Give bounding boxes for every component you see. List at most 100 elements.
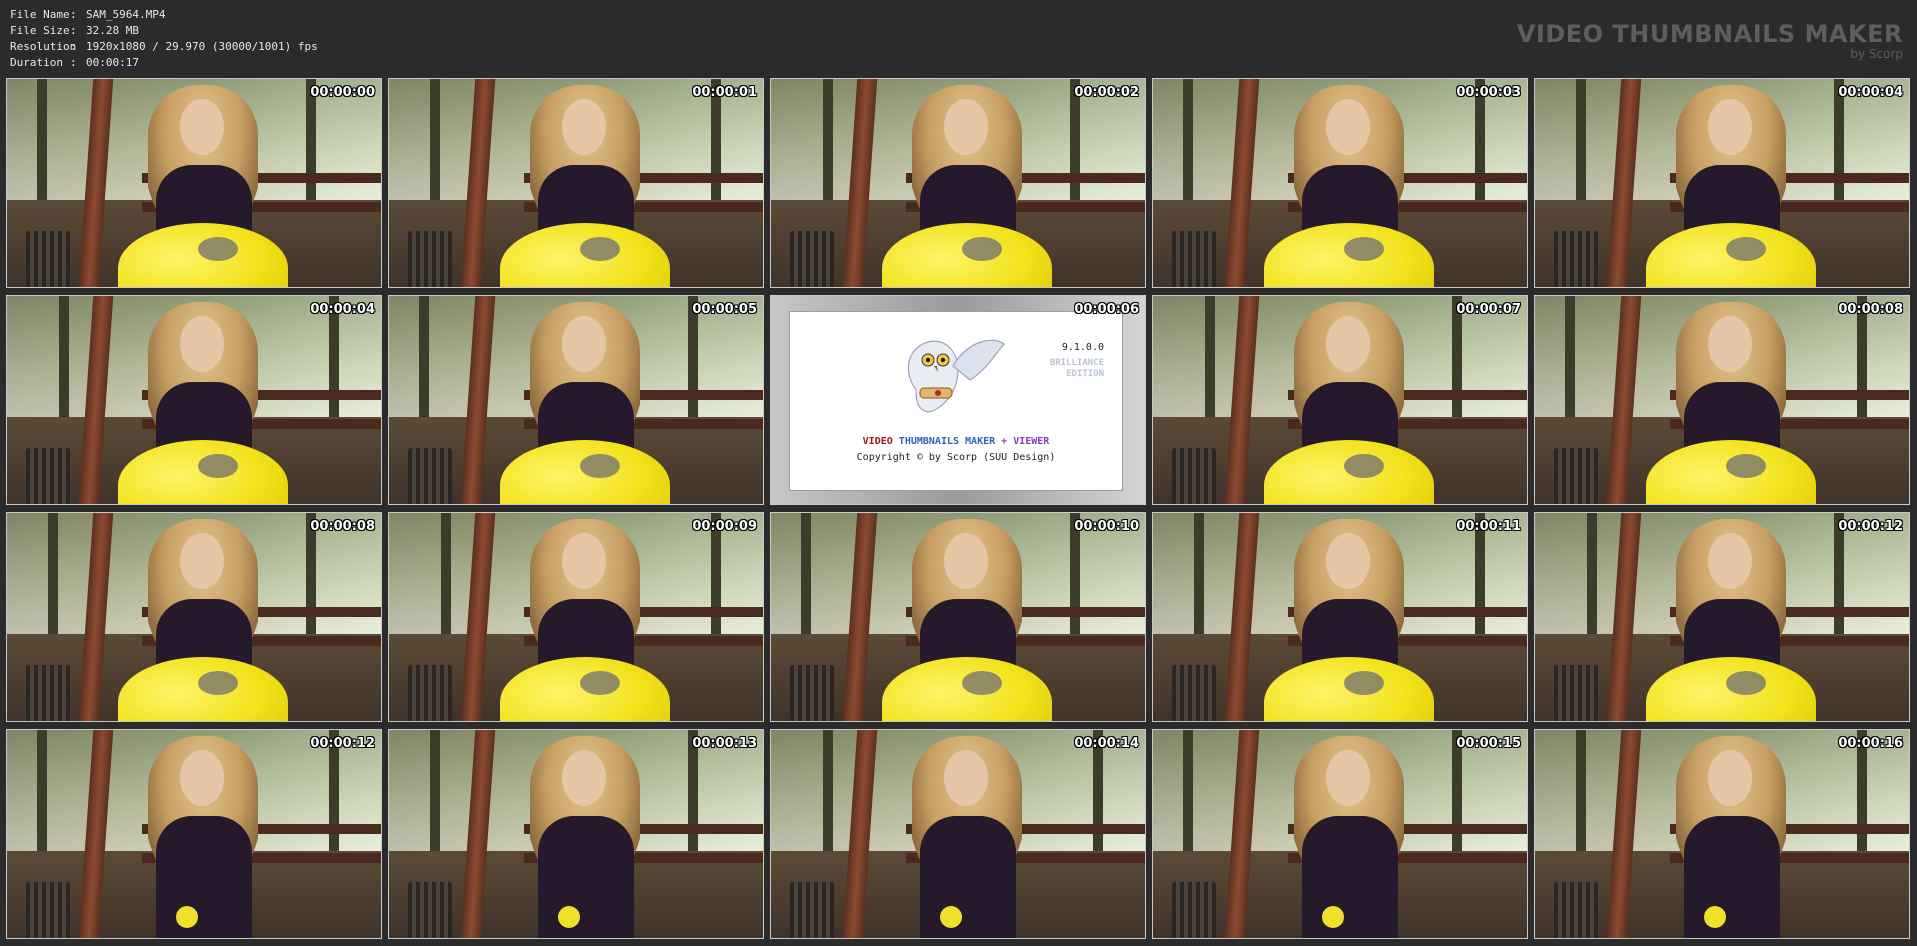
thumbnail-frame[interactable]: 00:00:10 [770, 512, 1146, 722]
person [1284, 736, 1414, 938]
balloon [1645, 223, 1816, 287]
thumbnail-frame[interactable]: 00:00:02 [770, 78, 1146, 288]
file-info: File Name : SAM_5964.MP4 File Size : 32.… [10, 7, 318, 71]
balloon [557, 906, 580, 929]
person [138, 736, 268, 938]
balloon-print [1725, 454, 1766, 479]
thumbnail-frame[interactable]: 00:00:01 [388, 78, 764, 288]
face [1707, 99, 1752, 156]
person [117, 302, 288, 504]
timestamp: 00:00:05 [692, 302, 757, 317]
face [1707, 533, 1752, 590]
balloon [1263, 657, 1434, 721]
trash-bin [407, 665, 452, 721]
person [499, 519, 670, 721]
person [117, 519, 288, 721]
thumbnail-frame[interactable]: 00:00:14 [770, 729, 1146, 939]
trash-bin [789, 882, 834, 938]
balloon-print [961, 671, 1002, 696]
brand-title: VIDEO THUMBNAILS MAKER [1516, 20, 1903, 48]
timestamp: 00:00:11 [1456, 519, 1521, 534]
balloon [1645, 440, 1816, 504]
edition-label: BRILLIANCE EDITION [1050, 358, 1104, 380]
tree-trunk [1587, 513, 1598, 638]
sweater [1301, 816, 1398, 938]
thumbnail-frame[interactable]: 00:00:00 [6, 78, 382, 288]
timestamp: 00:00:08 [1838, 302, 1903, 317]
person [902, 736, 1032, 938]
trash-bin [1553, 882, 1598, 938]
thumbnail-frame[interactable]: 00:00:05 [388, 295, 764, 505]
duration-row: Duration : 00:00:17 [10, 55, 318, 71]
tree-trunk [430, 730, 441, 855]
balloon [1703, 906, 1726, 929]
file-size-row: File Size : 32.28 MB [10, 23, 318, 39]
thumbnail-frame[interactable]: 00:00:16 [1534, 729, 1910, 939]
person [499, 85, 670, 287]
balloon [1321, 906, 1344, 929]
thumbnail-frame[interactable]: 00:00:15 [1152, 729, 1528, 939]
copyright-text: Copyright © by Scorp (SUU Design) [856, 452, 1056, 463]
timestamp: 00:00:03 [1456, 85, 1521, 100]
file-name-row: File Name : SAM_5964.MP4 [10, 7, 318, 23]
thumbnail-frame[interactable]: 00:00:13 [388, 729, 764, 939]
info-label: Resolution [10, 40, 77, 53]
tree-trunk [800, 513, 811, 638]
balloon [881, 657, 1052, 721]
timestamp: 00:00:12 [1838, 519, 1903, 534]
balloon [881, 223, 1052, 287]
thumbnail-frame[interactable]: 00:00:11 [1152, 512, 1528, 722]
thumbnail-frame[interactable]: 00:00:12 [1534, 512, 1910, 722]
tree-trunk [36, 79, 47, 204]
trash-bin [1171, 665, 1216, 721]
thumbnail-grid: 00:00:00 00:00:01 00:00:02 00:00:03 00:0… [6, 78, 1910, 939]
tree-trunk [1576, 79, 1587, 204]
timestamp: 00:00:14 [1074, 736, 1139, 751]
face [561, 533, 606, 590]
tree-trunk [1564, 296, 1575, 421]
thumbnail-frame[interactable]: 00:00:12 [6, 729, 382, 939]
trash-bin [1171, 882, 1216, 938]
tree-trunk [1194, 513, 1205, 638]
thumbnail-frame[interactable]: 00:00:08 [6, 512, 382, 722]
balloon-print [197, 237, 238, 262]
version-label: 9.1.0.0 [1061, 342, 1104, 353]
timestamp: 00:00:15 [1456, 736, 1521, 751]
edition-line: BRILLIANCE [1049, 358, 1104, 368]
thumbnail-frame[interactable]: 00:00:03 [1152, 78, 1528, 288]
face [943, 750, 988, 807]
title-thumbnails: THUMBNAILS MAKER [898, 436, 996, 447]
splash-title: VIDEO THUMBNAILS MAKER + VIEWER [790, 436, 1122, 447]
balloon [117, 657, 288, 721]
timestamp: 00:00:09 [692, 519, 757, 534]
balloon [939, 906, 962, 929]
timestamp: 00:00:01 [692, 85, 757, 100]
thumbnail-frame[interactable]: 00:00:04 [6, 295, 382, 505]
balloon [175, 906, 198, 929]
tree-trunk [59, 296, 70, 421]
info-separator: : [70, 24, 77, 37]
face [561, 316, 606, 373]
face [179, 99, 224, 156]
thumbnail-frame[interactable]: 9.1.0.0 BRILLIANCE EDITION VIDEO THUMBNA… [770, 295, 1146, 505]
timestamp: 00:00:06 [1074, 302, 1139, 317]
thumbnail-frame[interactable]: 00:00:09 [388, 512, 764, 722]
thumbnail-frame[interactable]: 00:00:08 [1534, 295, 1910, 505]
timestamp: 00:00:04 [310, 302, 375, 317]
thumbnail-frame[interactable]: 00:00:07 [1152, 295, 1528, 505]
face [561, 750, 606, 807]
timestamp: 00:00:16 [1838, 736, 1903, 751]
splash-dialog: 9.1.0.0 BRILLIANCE EDITION VIDEO THUMBNA… [789, 311, 1123, 491]
person [881, 519, 1052, 721]
tree-trunk [1576, 730, 1587, 855]
owl-logo-icon [907, 339, 1005, 413]
balloon [117, 440, 288, 504]
file-name-value: SAM_5964.MP4 [86, 8, 166, 21]
thumbnail-frame[interactable]: 00:00:04 [1534, 78, 1910, 288]
person [881, 85, 1052, 287]
balloon-print [579, 237, 620, 262]
tree-trunk [430, 79, 441, 204]
tree-trunk [823, 79, 834, 204]
title-viewer: + VIEWER [1001, 436, 1050, 447]
face [1325, 99, 1370, 156]
